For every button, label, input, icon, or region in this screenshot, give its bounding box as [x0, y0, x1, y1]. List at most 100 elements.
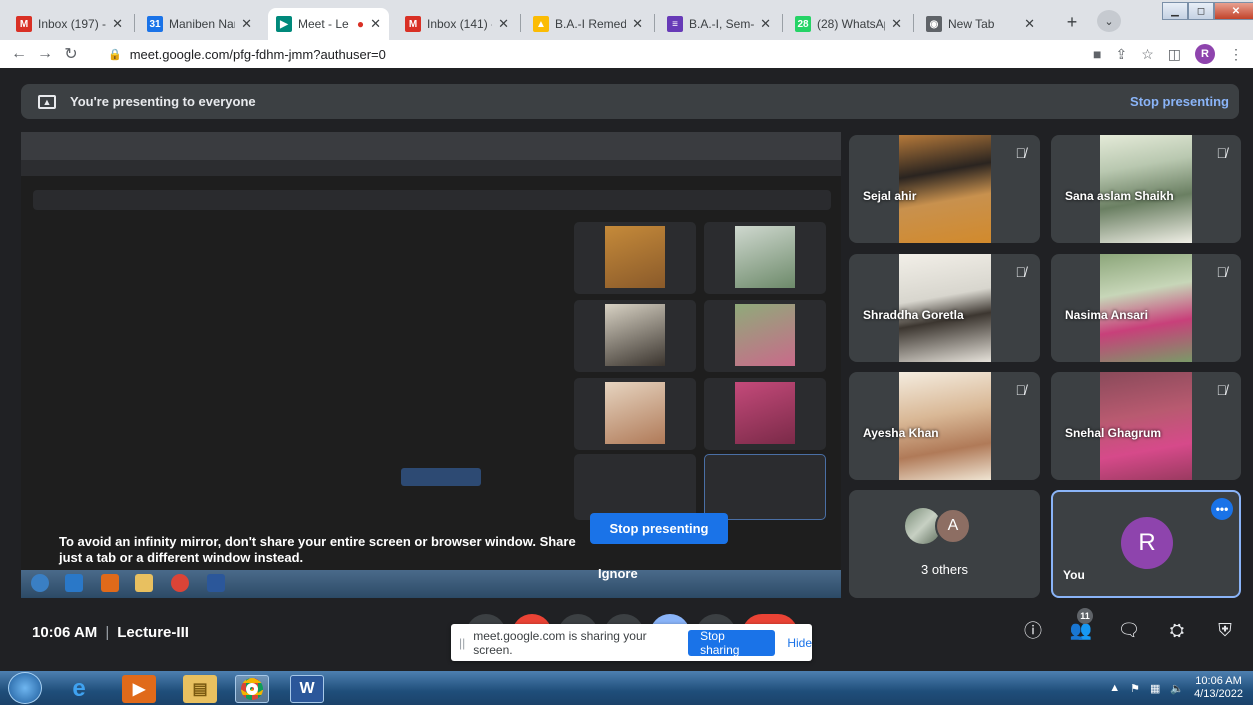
- participant-tile[interactable]: 🎙̸ Sana aslam Shaikh: [1051, 135, 1241, 243]
- browser-tab[interactable]: ▲ B.A.-I Remedia ✕: [525, 8, 651, 40]
- gmail-icon: M: [16, 16, 32, 32]
- tab-separator: [520, 14, 521, 32]
- close-tab-icon[interactable]: ✕: [632, 16, 643, 32]
- browser-tab[interactable]: ≡ B.A.-I, Sem-II, F ✕: [659, 8, 779, 40]
- close-tab-icon[interactable]: ✕: [241, 16, 252, 32]
- mirror-tile: [704, 300, 826, 372]
- browser-tab[interactable]: 31 Maniben Nana ✕: [139, 8, 260, 40]
- forms-icon: ≡: [667, 16, 683, 32]
- participant-tile[interactable]: 🎙̸ Shraddha Goretla: [849, 254, 1040, 362]
- drag-grip-icon[interactable]: ||: [459, 636, 465, 650]
- menu-kebab-icon[interactable]: ⋮: [1229, 46, 1243, 63]
- tray-arrow-icon[interactable]: ▲: [1109, 682, 1120, 694]
- close-tab-icon[interactable]: ✕: [112, 16, 123, 32]
- minimize-button[interactable]: ▁: [1162, 2, 1188, 20]
- chrome-icon: ◉: [926, 16, 942, 32]
- others-avatar-initial: A: [935, 508, 971, 544]
- participant-name: Nasima Ansari: [1065, 308, 1148, 322]
- stop-sharing-button[interactable]: Stop sharing: [688, 629, 776, 657]
- mirror-tile: [704, 378, 826, 450]
- bookmark-star-icon[interactable]: ☆: [1141, 46, 1154, 63]
- mirror-address-bar: [21, 160, 841, 176]
- forward-icon[interactable]: →: [32, 45, 58, 63]
- browser-tab[interactable]: ▶ Meet - Le ● ✕: [268, 8, 389, 40]
- whatsapp-icon: 28: [795, 16, 811, 32]
- reload-icon[interactable]: ↻: [58, 44, 84, 64]
- more-options-button[interactable]: •••: [1211, 498, 1233, 520]
- participant-tile[interactable]: 🎙̸ Sejal ahir: [849, 135, 1040, 243]
- participant-name: Sana aslam Shaikh: [1065, 189, 1174, 203]
- meeting-name: Lecture-III: [117, 624, 189, 641]
- participant-tile[interactable]: 🎙̸ Ayesha Khan: [849, 372, 1040, 480]
- camera-icon[interactable]: ■: [1093, 46, 1101, 62]
- close-tab-icon[interactable]: ✕: [760, 16, 771, 32]
- internet-explorer-icon[interactable]: e: [62, 675, 96, 703]
- tab-title: Maniben Nana: [169, 17, 235, 31]
- new-tab-button[interactable]: +: [1060, 10, 1084, 34]
- mirror-tile: [574, 300, 696, 372]
- url-field[interactable]: 🔒 meet.google.com/pfg-fdhm-jmm?authuser=…: [108, 43, 1108, 65]
- back-icon[interactable]: ←: [6, 45, 32, 63]
- browser-tab[interactable]: ◉ New Tab ✕: [918, 8, 1043, 40]
- stop-presenting-link[interactable]: Stop presenting: [1130, 94, 1229, 109]
- browser-tab[interactable]: 28 (28) WhatsApp ✕: [787, 8, 910, 40]
- mic-off-icon: 🎙̸: [1015, 145, 1027, 161]
- profile-avatar[interactable]: R: [1195, 44, 1215, 64]
- share-icon[interactable]: ⇪: [1115, 46, 1127, 63]
- ignore-button[interactable]: Ignore: [598, 566, 638, 581]
- word-icon[interactable]: W: [290, 675, 324, 703]
- media-player-icon[interactable]: ▶: [122, 675, 156, 703]
- participant-tile[interactable]: 🎙̸ Snehal Ghagrum: [1051, 372, 1241, 480]
- self-tile[interactable]: R You •••: [1051, 490, 1241, 598]
- participant-name: Ayesha Khan: [863, 426, 939, 440]
- tab-title: (28) WhatsApp: [817, 17, 885, 31]
- maximize-button[interactable]: ◻: [1188, 2, 1214, 20]
- meeting-separator: |: [105, 624, 110, 641]
- mirror-tile: [704, 454, 826, 520]
- mic-off-icon: 🎙̸: [1216, 145, 1228, 161]
- meeting-side-controls: ⓘ 👥 11 🗨 ⛭ ⛨: [1021, 608, 1237, 642]
- mirror-start-icon: [31, 574, 49, 592]
- chat-icon[interactable]: 🗨: [1117, 618, 1141, 642]
- browser-tab[interactable]: M Inbox (197) - r ✕: [8, 8, 131, 40]
- close-window-button[interactable]: ✕: [1214, 2, 1253, 20]
- browser-tab[interactable]: M Inbox (141) - c ✕: [397, 8, 517, 40]
- tab-title: B.A.-I, Sem-II, F: [689, 17, 755, 31]
- close-tab-icon[interactable]: ✕: [370, 16, 381, 32]
- info-icon[interactable]: ⓘ: [1021, 618, 1045, 642]
- others-tile[interactable]: A 3 others: [849, 490, 1040, 598]
- tab-separator: [654, 14, 655, 32]
- self-avatar: R: [1121, 517, 1173, 569]
- screen-share-notification: || meet.google.com is sharing your scree…: [451, 624, 812, 661]
- taskbar-clock[interactable]: 10:06 AM 4/13/2022: [1194, 675, 1243, 701]
- volume-icon[interactable]: 🔈: [1170, 682, 1184, 695]
- close-tab-icon[interactable]: ✕: [498, 16, 509, 32]
- hide-button[interactable]: Hide: [787, 636, 812, 650]
- meeting-info: 10:06 AM | Lecture-III: [32, 624, 189, 641]
- mirror-stop-button: [401, 468, 481, 486]
- host-controls-icon[interactable]: ⛨: [1213, 618, 1237, 642]
- mic-off-icon: 🎙̸: [1216, 264, 1228, 280]
- mirror-folder-icon: [135, 574, 153, 592]
- network-icon[interactable]: ▦: [1150, 682, 1160, 695]
- chrome-taskbar-icon[interactable]: [235, 675, 269, 703]
- participant-name: Sejal ahir: [863, 189, 917, 203]
- tab-search-button[interactable]: ⌄: [1097, 10, 1121, 32]
- window-controls: ▁ ◻ ✕: [1162, 2, 1253, 20]
- side-panel-icon[interactable]: ◫: [1168, 46, 1181, 63]
- stop-presenting-button[interactable]: Stop presenting: [590, 513, 728, 544]
- mirror-ie-icon: [65, 574, 83, 592]
- recording-dot-icon: ●: [356, 17, 365, 31]
- calendar-icon: 31: [147, 16, 163, 32]
- start-button-icon[interactable]: [8, 672, 42, 704]
- file-explorer-icon[interactable]: ▤: [183, 675, 217, 703]
- infinity-mirror-warning: To avoid an infinity mirror, don't share…: [59, 534, 576, 565]
- people-icon[interactable]: 👥 11: [1069, 608, 1093, 642]
- participant-tile[interactable]: 🎙̸ Nasima Ansari: [1051, 254, 1241, 362]
- tab-title: B.A.-I Remedia: [555, 17, 627, 31]
- close-tab-icon[interactable]: ✕: [1024, 16, 1035, 32]
- people-count-badge: 11: [1077, 608, 1093, 624]
- activities-icon[interactable]: ⛭: [1165, 618, 1189, 642]
- flag-icon[interactable]: ⚑: [1130, 682, 1140, 695]
- close-tab-icon[interactable]: ✕: [891, 16, 902, 32]
